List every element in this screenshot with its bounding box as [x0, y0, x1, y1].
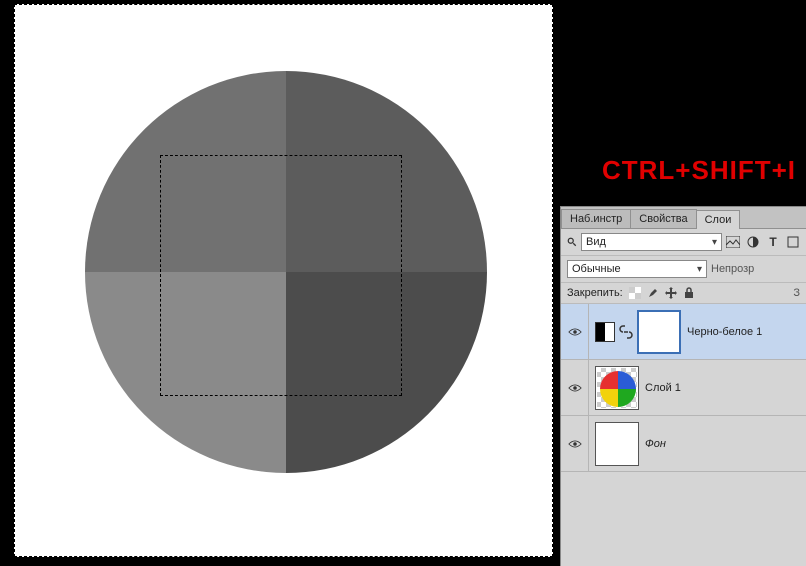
visibility-toggle[interactable]	[561, 360, 589, 416]
layer-thumbnail[interactable]	[595, 422, 639, 466]
layers-list: Черно-белое 1 Слой 1 Фон	[561, 304, 806, 472]
move-icon[interactable]	[665, 287, 677, 299]
chevron-down-icon: ▾	[712, 237, 717, 248]
lock-label: Закрепить:	[567, 287, 623, 299]
brush-icon[interactable]	[647, 287, 659, 299]
text-filter-icon[interactable]: T	[766, 235, 780, 249]
fill-short-label: З	[793, 287, 800, 299]
layers-panel: Наб.инстр Свойства Слои Вид ▾ T Обычные …	[560, 206, 806, 566]
blend-mode-value: Обычные	[572, 263, 621, 275]
visibility-toggle[interactable]	[561, 304, 589, 360]
adjustment-layer-icon	[595, 322, 615, 342]
layer-search-row: Вид ▾ T	[561, 229, 806, 256]
tab-presets[interactable]: Наб.инстр	[561, 209, 631, 228]
filter-icons: T	[726, 235, 800, 249]
filter-kind-select[interactable]: Вид ▾	[581, 233, 722, 251]
tab-properties[interactable]: Свойства	[630, 209, 696, 228]
link-icon[interactable]	[619, 325, 633, 339]
panel-tabs: Наб.инстр Свойства Слои	[561, 207, 806, 229]
layer-name: Черно-белое 1	[687, 326, 762, 338]
eye-icon	[568, 327, 582, 337]
canvas[interactable]	[14, 4, 553, 557]
selection-marquee[interactable]	[160, 155, 402, 396]
tab-layers[interactable]: Слои	[696, 210, 741, 229]
chevron-down-icon: ▾	[697, 264, 702, 275]
search-icon	[567, 237, 577, 247]
visibility-toggle[interactable]	[561, 416, 589, 472]
layer-row[interactable]: Слой 1	[561, 360, 806, 416]
lock-row: Закрепить: З	[561, 283, 806, 304]
layer-name: Фон	[645, 438, 666, 450]
layer-mask-thumbnail[interactable]	[637, 310, 681, 354]
blend-mode-select[interactable]: Обычные ▾	[567, 260, 707, 278]
shape-filter-icon[interactable]	[786, 235, 800, 249]
adjust-filter-icon[interactable]	[746, 235, 760, 249]
layer-name: Слой 1	[645, 382, 681, 394]
eye-icon	[568, 439, 582, 449]
hotkey-annotation: CTRL+SHIFT+I	[602, 155, 796, 186]
image-filter-icon[interactable]	[726, 235, 740, 249]
lock-icon[interactable]	[683, 287, 695, 299]
lock-transparency-icon[interactable]	[629, 287, 641, 299]
layer-thumbnail[interactable]	[595, 366, 639, 410]
opacity-label: Непрозр	[711, 263, 754, 275]
filter-kind-label: Вид	[586, 236, 606, 248]
layer-row[interactable]: Черно-белое 1	[561, 304, 806, 360]
layer-row[interactable]: Фон	[561, 416, 806, 472]
blend-row: Обычные ▾ Непрозр	[561, 256, 806, 283]
eye-icon	[568, 383, 582, 393]
